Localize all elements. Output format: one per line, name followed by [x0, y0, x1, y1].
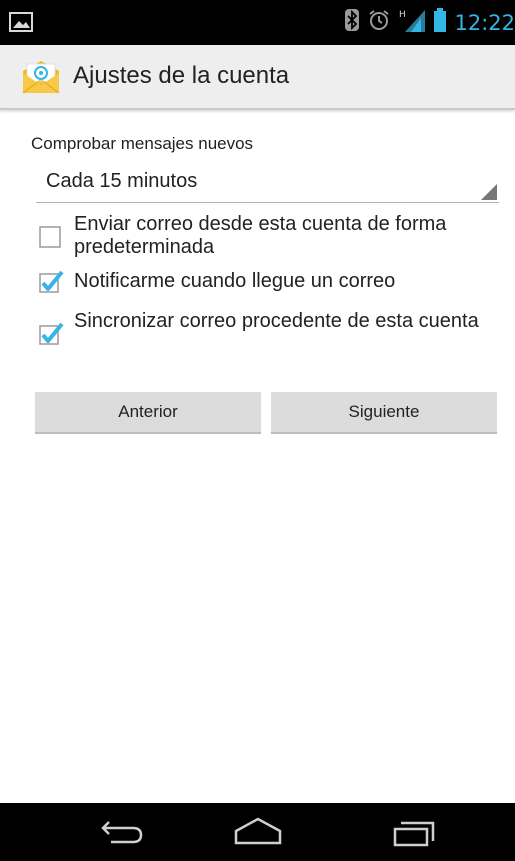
battery-icon	[434, 8, 447, 37]
signal-icon: H	[399, 8, 426, 37]
notify-label: Notificarme cuando llegue un correo	[74, 270, 396, 292]
check-frequency-value: Cada 15 minutos	[46, 170, 198, 192]
status-bar: H 12:22	[0, 0, 515, 45]
notify-checkbox[interactable]	[38, 270, 64, 294]
action-bar: Ajustes de la cuenta	[0, 45, 515, 110]
svg-text:H: H	[399, 10, 406, 20]
back-icon[interactable]	[89, 813, 149, 851]
status-time: 12:22	[454, 10, 515, 35]
sync-checkbox[interactable]	[38, 322, 64, 346]
default-account-checkbox[interactable]	[38, 225, 62, 249]
navigation-bar	[0, 803, 515, 861]
image-icon	[9, 10, 33, 34]
check-frequency-spinner[interactable]: Cada 15 minutos	[36, 164, 499, 203]
spinner-arrow-icon	[481, 184, 497, 200]
email-app-icon[interactable]	[21, 59, 61, 95]
alarm-icon	[368, 9, 390, 36]
previous-button[interactable]: Anterior	[35, 392, 261, 434]
next-button[interactable]: Siguiente	[271, 392, 497, 434]
default-account-label: Enviar correo desde esta cuenta de forma…	[74, 213, 447, 258]
page-title: Ajustes de la cuenta	[73, 62, 290, 89]
sync-label: Sincronizar correo procedente de esta cu…	[74, 310, 479, 332]
home-icon[interactable]	[228, 813, 288, 851]
check-frequency-label: Comprobar mensajes nuevos	[31, 134, 254, 153]
recent-apps-icon[interactable]	[383, 813, 443, 851]
bluetooth-icon	[345, 9, 360, 36]
